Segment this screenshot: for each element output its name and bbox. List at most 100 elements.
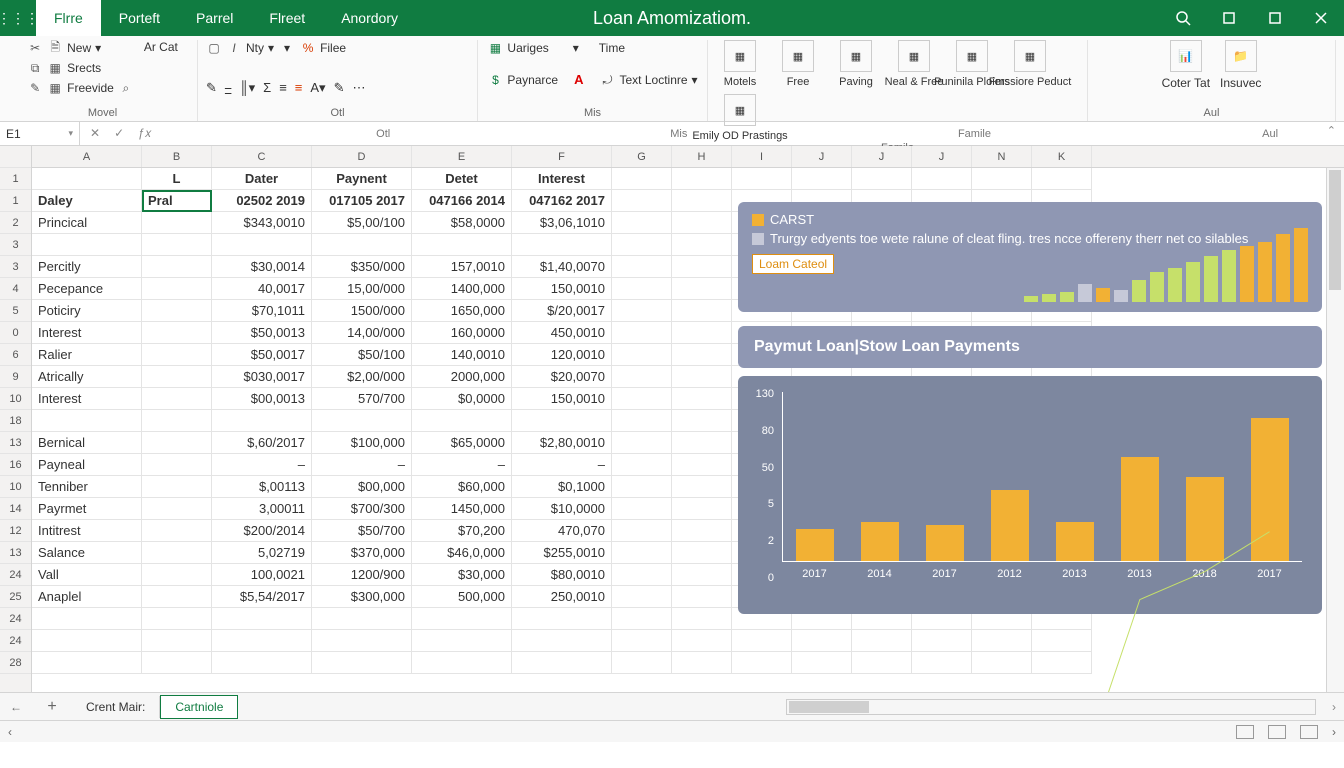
cell[interactable] [142,564,212,586]
cell[interactable] [672,652,732,674]
cell[interactable]: $0,1000 [512,476,612,498]
cell[interactable]: Paynent [312,168,412,190]
cell[interactable]: $70,200 [412,520,512,542]
cell[interactable]: 1400,000 [412,278,512,300]
cancel-formula-icon[interactable]: ✕ [90,126,100,141]
cell[interactable] [672,234,732,256]
cell[interactable]: $2,00/000 [312,366,412,388]
cell[interactable] [672,300,732,322]
cell[interactable] [142,454,212,476]
cell[interactable] [142,366,212,388]
cell[interactable]: $255,0010 [512,542,612,564]
cell[interactable]: 5,02719 [212,542,312,564]
cell[interactable]: Percitly [32,256,142,278]
cell[interactable]: Interest [32,322,142,344]
col-header[interactable]: C [212,146,312,167]
cell[interactable] [672,388,732,410]
cell[interactable]: $200/2014 [212,520,312,542]
cell[interactable] [312,608,412,630]
cell[interactable] [312,234,412,256]
close-icon[interactable] [1298,0,1344,36]
cell[interactable]: 047162 2017 [512,190,612,212]
cell[interactable] [672,344,732,366]
cell[interactable]: $50/700 [312,520,412,542]
cell[interactable] [32,168,142,190]
cell[interactable] [672,630,732,652]
cell[interactable]: $80,0010 [512,564,612,586]
col-header[interactable]: K [1032,146,1092,167]
ribbon-motels[interactable]: ▦Motels [716,40,764,88]
ribbon-srects[interactable]: ⧉▦Srects [27,60,134,76]
ribbon-filee[interactable]: %Filee [300,40,346,56]
cell[interactable] [612,608,672,630]
cell[interactable] [612,212,672,234]
cell[interactable]: $46,0,000 [412,542,512,564]
cell[interactable] [672,322,732,344]
cell[interactable] [612,498,672,520]
sheet-tab-1[interactable]: Crent Mair: [72,696,160,718]
cell[interactable]: Anaplel [32,586,142,608]
tab-flreet[interactable]: Flreet [251,0,323,36]
cell[interactable]: $2,80,0010 [512,432,612,454]
cell[interactable]: – [512,454,612,476]
cell[interactable]: 02502 2019 [212,190,312,212]
ribbon-freevide[interactable]: ✎▦Freevide⌕ [27,80,134,96]
cell[interactable] [672,608,732,630]
cell[interactable] [672,542,732,564]
col-header[interactable]: D [312,146,412,167]
sheet-tab-2[interactable]: Cartniole [160,695,238,719]
cell[interactable] [142,608,212,630]
cell[interactable]: Poticiry [32,300,142,322]
cell[interactable]: Ralier [32,344,142,366]
cell[interactable]: 500,000 [412,586,512,608]
cell[interactable]: Interest [512,168,612,190]
cell[interactable] [612,432,672,454]
cell[interactable]: 157,0010 [412,256,512,278]
cell[interactable] [612,344,672,366]
cell[interactable] [142,322,212,344]
cell[interactable] [142,388,212,410]
cell[interactable] [672,168,732,190]
cell[interactable] [612,652,672,674]
ribbon-neal-free[interactable]: ▦Neal & Free [890,40,938,88]
cell[interactable]: 1200/900 [312,564,412,586]
chart-chip[interactable]: Loam Cateol [752,254,834,274]
cell[interactable]: $,00113 [212,476,312,498]
ribbon-insuvec[interactable]: 📁Insuvec [1220,40,1261,90]
cell[interactable] [412,234,512,256]
cell[interactable] [732,168,792,190]
app-menu-icon[interactable]: ⋮⋮⋮ [0,0,36,36]
cell[interactable]: 100,0021 [212,564,312,586]
cell[interactable] [612,190,672,212]
align-center-icon[interactable]: ≡ [295,80,303,96]
scroll-right-icon[interactable]: › [1332,725,1336,739]
col-header[interactable]: H [672,146,732,167]
cell[interactable]: $350/000 [312,256,412,278]
cell[interactable] [612,168,672,190]
cell[interactable]: $300,000 [312,586,412,608]
cell[interactable] [972,168,1032,190]
name-box[interactable]: E1▾ [0,122,80,145]
fx-icon[interactable]: ƒ𝑥 [138,126,151,141]
ribbon-textloc[interactable]: ⤾Text Loctinre▾ [600,72,698,88]
cell[interactable]: 470,070 [512,520,612,542]
cell[interactable] [312,410,412,432]
cell[interactable] [612,520,672,542]
cell[interactable]: Tenniber [32,476,142,498]
cell[interactable]: $/20,0017 [512,300,612,322]
tab-anordory[interactable]: Anordory [323,0,416,36]
cell[interactable] [512,652,612,674]
column-headers[interactable]: ABCDEFGHIJJJNK [32,146,1344,168]
cell[interactable]: Salance [32,542,142,564]
ribbon-arcat[interactable]: Ar Cat [144,40,178,54]
maximize-icon[interactable] [1252,0,1298,36]
cell[interactable]: 40,0017 [212,278,312,300]
cell[interactable]: Payrmet [32,498,142,520]
cell[interactable]: 250,0010 [512,586,612,608]
cell[interactable]: 2000,000 [412,366,512,388]
cell[interactable]: Interest [32,388,142,410]
cell[interactable] [612,410,672,432]
cell[interactable] [672,432,732,454]
tab-parrel[interactable]: Parrel [178,0,251,36]
cell[interactable] [212,630,312,652]
